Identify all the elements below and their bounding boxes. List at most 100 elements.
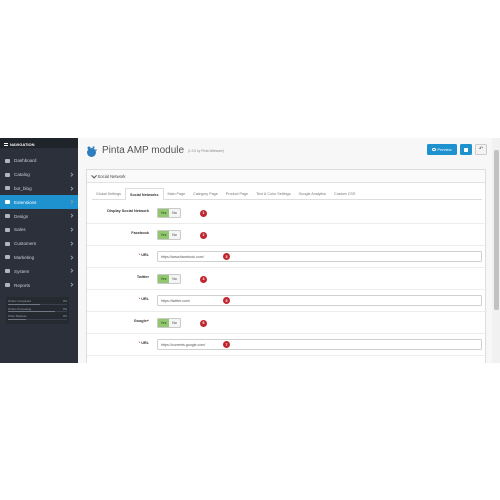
sidebar-item-marketing[interactable]: Marketing [0, 251, 78, 265]
sidebar-item-catalog[interactable]: Catalog [0, 168, 78, 182]
sidebar-item-dashboard[interactable]: Dashboard [0, 154, 78, 168]
toggle-switch[interactable]: Yes No [157, 208, 181, 218]
sidebar-item-label: Dashboard [14, 158, 37, 164]
chevron-right-icon [68, 172, 73, 176]
stat-progress-fill [8, 311, 56, 313]
form-row: *URL https://twitter.com/5 [87, 290, 487, 312]
navigation-header[interactable]: NAVIGATION [0, 138, 78, 148]
step-badge: 6 [200, 319, 207, 327]
sidebar-item-bot-blog[interactable]: bot_blog [0, 182, 78, 196]
cart-icon [5, 227, 10, 232]
page-scrollbar[interactable] [492, 138, 500, 363]
toggle-no[interactable]: No [169, 319, 180, 327]
field-label-text: URL [141, 297, 149, 301]
toggle-no[interactable]: No [169, 231, 180, 239]
toggle-yes[interactable]: Yes [158, 209, 169, 217]
tab-custom-css[interactable]: Custom CSS [330, 188, 359, 200]
field-label: *URL [139, 341, 149, 345]
sidebar-item-design[interactable]: Design [0, 209, 78, 223]
chevron-right-icon [68, 255, 73, 259]
preview-button[interactable]: Preview [427, 144, 457, 155]
step-badge: 7 [223, 341, 230, 348]
toggle-no[interactable]: No [169, 209, 180, 217]
url-input[interactable]: https://www.facebook.com/ [157, 251, 482, 262]
sidebar-item-extensions[interactable]: Extensions [0, 195, 78, 210]
tab-category-page[interactable]: Category Page [189, 188, 222, 200]
sidebar-item-label: System [14, 268, 30, 274]
stat-label: Orders Processing [8, 306, 32, 311]
app-window: NAVIGATION Dashboard Catalog bot_blog Exten… [0, 138, 500, 363]
field-label: Google+ [134, 319, 149, 323]
chevron-right-icon [68, 241, 73, 245]
stat-value: 0% [62, 314, 67, 318]
share-icon [5, 255, 10, 260]
required-asterisk: * [138, 253, 141, 257]
step-badge: 2 [200, 231, 207, 239]
toggle-switch[interactable]: Yes No [157, 230, 181, 240]
sidebar-item-sales[interactable]: Sales [0, 223, 78, 237]
sidebar-item-label: Reports [14, 282, 31, 288]
tab-google-analytics[interactable]: Google Analytics [295, 188, 330, 200]
toggle-yes[interactable]: Yes [158, 319, 169, 327]
sidebar-item-reports[interactable]: Reports [0, 278, 78, 292]
sidebar-item-system[interactable]: System [0, 264, 78, 278]
sidebar-item-label: Catalog [14, 172, 30, 178]
stat-value: 0% [62, 299, 67, 303]
form-row: Google+ Yes No 6 [87, 312, 487, 334]
navigation-title: NAVIGATION [10, 142, 35, 147]
cog-icon [5, 269, 10, 274]
tab-global-settings[interactable]: Global Settings [92, 188, 125, 200]
sidebar-item-customers[interactable]: Customers [0, 237, 78, 251]
stat-progress-bar [8, 303, 67, 305]
tab-product-page[interactable]: Product Page [222, 188, 252, 200]
url-input[interactable]: https://twitter.com/ [157, 295, 482, 306]
sidebar-item-label: Design [14, 213, 29, 219]
tab-main-page[interactable]: Main Page [164, 188, 190, 200]
chevron-right-icon [68, 282, 73, 287]
form-row: Facebook Yes No 2 [87, 224, 487, 246]
chevron-right-icon [68, 268, 73, 273]
stat-progress-fill [8, 318, 26, 320]
chevron-right-icon [68, 199, 73, 204]
save-button[interactable] [460, 144, 472, 155]
settings-tabs: Global Settings Social Networks Main Page C… [92, 188, 482, 200]
reply-icon: ↶ [478, 146, 484, 152]
settings-panel: Social Network Global Settings Social Net… [86, 169, 487, 363]
url-input[interactable]: https://currents.google.com/ [157, 339, 482, 350]
sidebar: NAVIGATION Dashboard Catalog bot_blog Exten… [0, 138, 78, 363]
tab-text-color-settings[interactable]: Text & Color Settings [252, 188, 294, 200]
sidebar-item-label: Marketing [14, 254, 35, 260]
stat-progress-fill [8, 303, 41, 305]
pencil-icon [91, 173, 97, 179]
toggle-yes[interactable]: Yes [158, 231, 169, 239]
chevron-right-icon [68, 227, 73, 232]
toggle-switch[interactable]: Yes No [157, 318, 181, 328]
field-label-text: Twitter [136, 275, 149, 279]
field-label-text: Display Social Network [107, 209, 149, 213]
toggle-yes[interactable]: Yes [158, 275, 169, 283]
tag-icon [5, 172, 10, 177]
chart-icon [5, 283, 10, 288]
toggle-switch[interactable]: Yes No [157, 274, 181, 284]
monitor-icon [5, 214, 10, 219]
blog-icon [5, 186, 10, 191]
sidebar-item-label: bot_blog [14, 185, 32, 191]
preview-label: Preview [437, 147, 452, 152]
field-label: *URL [139, 297, 149, 301]
step-badge: 4 [200, 275, 207, 283]
sidebar-menu: Dashboard Catalog bot_blog Extensions Design… [0, 154, 78, 292]
toggle-no[interactable]: No [169, 275, 180, 283]
tab-social-networks[interactable]: Social Networks [125, 188, 164, 200]
field-label: Display Social Network [107, 209, 149, 213]
required-asterisk: * [138, 297, 141, 301]
chevron-right-icon [68, 213, 73, 218]
stat-label: Other Statuses [8, 314, 27, 318]
pinta-logo [87, 146, 97, 157]
field-label-text: Facebook [131, 231, 149, 235]
stat-item: Orders Completed 0% [8, 299, 67, 307]
page-header: Pinta AMP module (1.0.0 by Pinta Webware… [78, 138, 500, 165]
back-button[interactable]: ↶ [475, 144, 487, 155]
user-icon [5, 241, 10, 246]
panel-heading: Social Network [87, 170, 485, 183]
scroll-thumb[interactable] [493, 150, 499, 310]
